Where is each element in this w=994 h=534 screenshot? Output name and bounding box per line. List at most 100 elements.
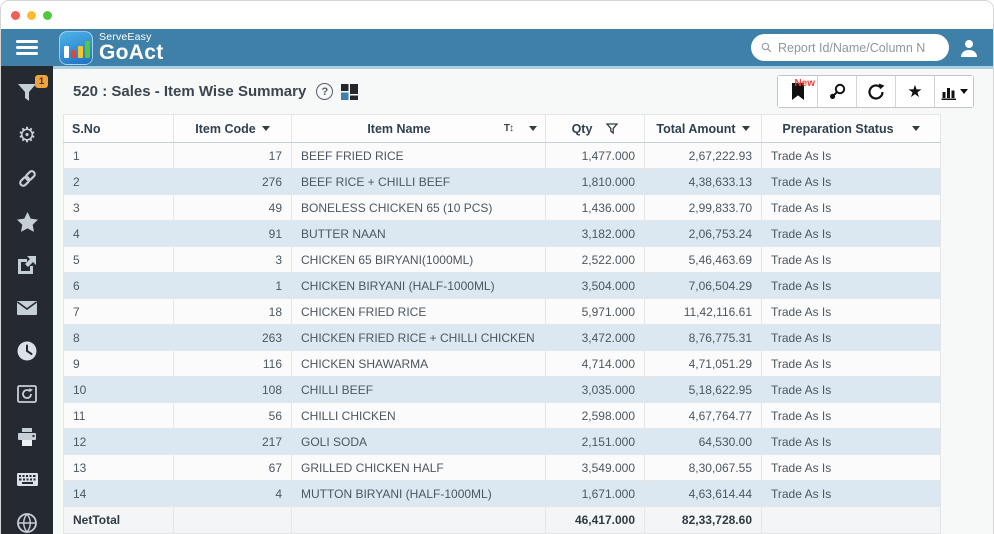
column-header-total-amount[interactable]: Total Amount [645,115,762,143]
cell-qty: 2,151.000 [546,429,645,455]
column-header-item-code[interactable]: Item Code [174,115,292,143]
cell-sno: 14 [64,481,174,507]
grid-icon[interactable] [341,84,358,100]
filter-icon [17,83,37,102]
table-row[interactable]: 10 108 CHILLI BEEF 3,035.000 5,18,622.95… [64,377,941,403]
printer-icon [17,428,37,446]
cell-sno: 4 [64,221,174,247]
net-total-label: NetTotal [64,507,174,534]
cell-total-amount: 4,67,764.77 [645,403,762,429]
search-icon [761,40,772,55]
cell-item-code: 67 [174,455,292,481]
report-search-box [751,34,949,61]
report-table: S.No Item Code Item NameT↕ Qty [63,114,941,534]
table-row[interactable]: 7 18 CHICKEN FRIED RICE 5,971.000 11,42,… [64,299,941,325]
filter-count-badge: 1 [35,75,48,88]
cell-sno: 9 [64,351,174,377]
table-row[interactable]: 8 263 CHICKEN FRIED RICE + CHILLI CHICKE… [64,325,941,351]
cell-item-name: GOLI SODA [292,429,546,455]
chevron-down-icon [960,89,968,94]
sidebar-item-share[interactable] [15,254,39,275]
cell-prep-status: Trade As Is [762,325,941,351]
cell-qty: 3,182.000 [546,221,645,247]
table-row[interactable]: 14 4 MUTTON BIRYANI (HALF-1000ML) 1,671.… [64,481,941,507]
column-header-sno[interactable]: S.No [64,115,174,143]
sidebar-item-keyboard[interactable] [15,469,39,490]
cell-item-code: 4 [174,481,292,507]
table-row[interactable]: 1 17 BEEF FRIED RICE 1,477.000 2,67,222.… [64,143,941,169]
cell-qty: 3,549.000 [546,455,645,481]
cell-sno: 10 [64,377,174,403]
sidebar-item-globe[interactable] [15,512,39,533]
column-header-qty[interactable]: Qty [546,115,645,143]
clock-icon [17,341,37,361]
hamburger-icon [16,40,38,56]
cell-sno: 12 [64,429,174,455]
cell-total-amount: 8,76,775.31 [645,325,762,351]
sidebar-item-links[interactable] [15,168,39,189]
sidebar-item-settings[interactable]: ⚙ [15,125,39,146]
column-header-item-name[interactable]: Item NameT↕ [292,115,546,143]
column-label: Preparation Status [782,122,893,136]
column-label: S.No [72,122,100,136]
chart-view-button[interactable] [934,76,973,107]
share-icon [17,255,37,274]
cell-item-code: 263 [174,325,292,351]
page-title: 520 : Sales - Item Wise Summary [73,83,306,100]
brand-text: ServeEasy GoAct [99,32,164,63]
column-label: Qty [572,122,593,136]
table-row[interactable]: 13 67 GRILLED CHICKEN HALF 3,549.000 8,3… [64,455,941,481]
maximize-window-icon[interactable] [43,11,52,20]
search-input[interactable] [778,41,939,55]
key-button[interactable] [817,76,856,107]
help-icon[interactable]: ? [316,83,333,100]
table-row[interactable]: 3 49 BONELESS CHICKEN 65 (10 PCS) 1,436.… [64,195,941,221]
sidebar-item-favorites[interactable] [15,211,39,232]
left-sidebar: 1 ⚙ [1,66,53,534]
refresh-icon [867,83,885,101]
cell-total-amount: 2,67,222.93 [645,143,762,169]
cell-sno: 7 [64,299,174,325]
cell-item-code: 108 [174,377,292,403]
cell-prep-status: Trade As Is [762,221,941,247]
table-row[interactable]: 11 56 CHILLI CHICKEN 2,598.000 4,67,764.… [64,403,941,429]
refresh-button[interactable] [856,76,895,107]
cell-sno: 2 [64,169,174,195]
minimize-window-icon[interactable] [27,11,36,20]
user-profile-button[interactable] [959,38,979,58]
net-total-qty: 46,417.000 [546,507,645,534]
sidebar-item-print[interactable] [15,426,39,447]
column-label: Total Amount [656,122,735,136]
sidebar-item-window-refresh[interactable] [15,383,39,404]
cell-qty: 2,598.000 [546,403,645,429]
cell-total-amount: 5,46,463.69 [645,247,762,273]
cell-item-code: 17 [174,143,292,169]
filter-icon [606,123,618,135]
hamburger-menu-button[interactable] [1,40,53,56]
table-row[interactable]: 2 276 BEEF RICE + CHILLI BEEF 1,810.000 … [64,169,941,195]
cell-prep-status: Trade As Is [762,299,941,325]
cell-qty: 1,810.000 [546,169,645,195]
table-row[interactable]: 5 3 CHICKEN 65 BIRYANI(1000ML) 2,522.000… [64,247,941,273]
cell-prep-status: Trade As Is [762,403,941,429]
cell-item-code: 18 [174,299,292,325]
table-row[interactable]: 9 116 CHICKEN SHAWARMA 4,714.000 4,71,05… [64,351,941,377]
column-header-preparation-status[interactable]: Preparation Status [762,115,941,143]
table-row[interactable]: 4 91 BUTTER NAAN 3,182.000 2,06,753.24 T… [64,221,941,247]
bookmark-new-button[interactable]: New [778,76,817,107]
cell-item-code: 116 [174,351,292,377]
star-icon: ★ [907,83,922,100]
favorite-button[interactable]: ★ [895,76,934,107]
sidebar-item-history[interactable] [15,340,39,361]
app-header: ServeEasy GoAct [1,29,993,66]
sidebar-item-filter[interactable]: 1 [15,82,39,103]
close-window-icon[interactable] [11,11,20,20]
gear-icon: ⚙ [18,125,37,146]
cell-total-amount: 2,99,833.70 [645,195,762,221]
cell-item-name: CHILLI CHICKEN [292,403,546,429]
user-icon [959,38,979,58]
table-row[interactable]: 12 217 GOLI SODA 2,151.000 64,530.00 Tra… [64,429,941,455]
cell-total-amount: 4,63,614.44 [645,481,762,507]
table-row[interactable]: 6 1 CHICKEN BIRYANI (HALF-1000ML) 3,504.… [64,273,941,299]
sidebar-item-mail[interactable] [15,297,39,318]
